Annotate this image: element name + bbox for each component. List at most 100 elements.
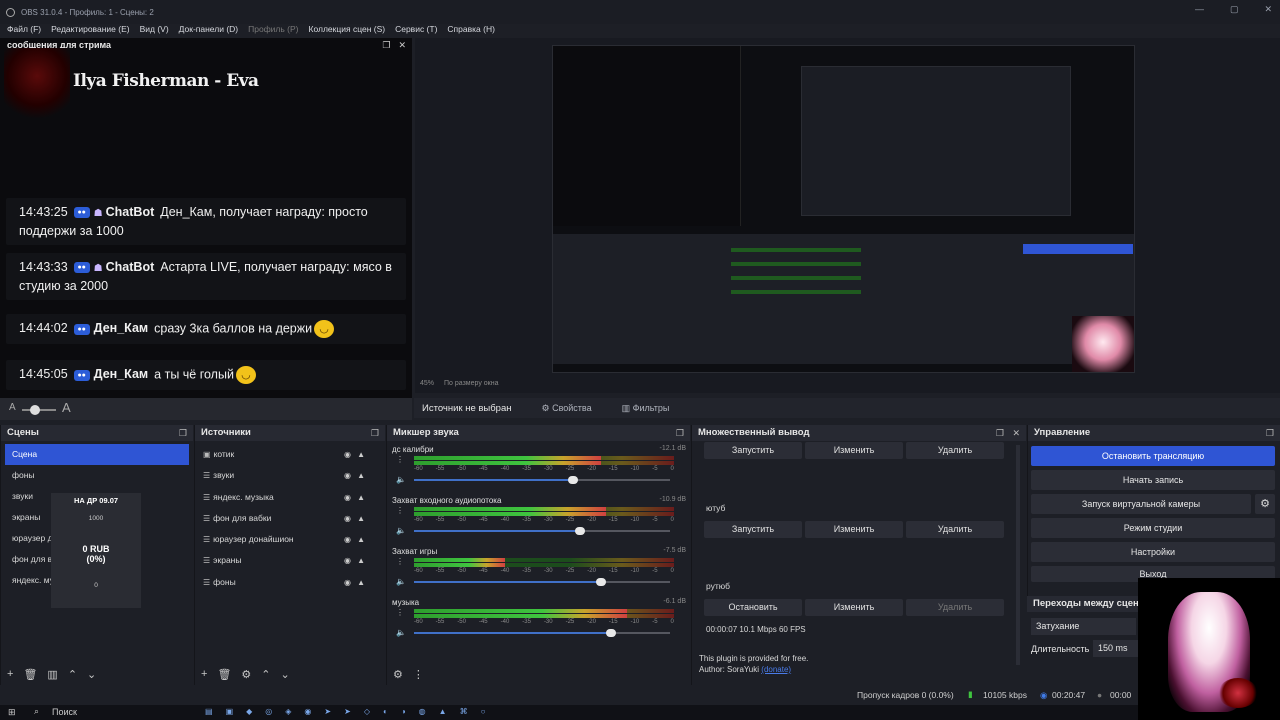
windows-start-icon[interactable]: ⊞ (8, 707, 16, 718)
speaker-icon[interactable]: 🔈 (396, 628, 406, 637)
filters-button[interactable]: ▥ Фильтры (622, 403, 670, 414)
menu-dots-icon[interactable]: ⋮ (396, 455, 404, 464)
lock-icon[interactable]: ▲ (357, 550, 365, 571)
speaker-icon[interactable]: 🔈 (396, 526, 406, 535)
stop-streaming-button[interactable]: Остановить трансляцию (1031, 446, 1275, 466)
float-icon[interactable]: ❐ (371, 425, 379, 441)
settings-button[interactable]: Настройки (1031, 542, 1275, 562)
app-icon[interactable]: ▣ (226, 707, 234, 716)
start-virtual-camera-button[interactable]: Запуск виртуальной камеры (1031, 494, 1251, 514)
gear-icon[interactable]: ⚙ (393, 668, 403, 681)
telegram-icon[interactable]: ➤ (344, 707, 351, 716)
volume-slider[interactable] (414, 629, 670, 637)
obs-icon[interactable]: ◍ (419, 707, 426, 716)
duration-input[interactable]: 150 ms (1093, 640, 1141, 657)
lock-icon[interactable]: ▲ (357, 508, 365, 529)
float-icon[interactable]: ❐ (676, 425, 684, 441)
source-item[interactable]: ▣ котик ◉ ▲ (195, 444, 385, 465)
close-icon[interactable]: ✕ (398, 40, 406, 51)
app-icon[interactable]: ◇ (364, 707, 370, 716)
target-2-edit-button[interactable]: Изменить (805, 521, 903, 538)
menu-dots-icon[interactable]: ⋮ (396, 557, 404, 566)
move-up-icon[interactable]: ⌃ (68, 668, 77, 681)
float-icon[interactable]: ❐ (179, 425, 187, 441)
font-size-slider-knob[interactable] (30, 405, 40, 415)
move-up-icon[interactable]: ⌃ (261, 668, 270, 681)
target-1-start-button[interactable]: Запустить (704, 442, 802, 459)
filter-icon[interactable]: ▥ (47, 668, 57, 681)
taskbar-app-icons[interactable]: ▤ ▣ ◆ ◎ ◈ ◉ ➤ ➤ ◇ ◐ ◑ ◍ ▲ ⌘ ○ (205, 707, 485, 716)
telegram-icon[interactable]: ➤ (324, 707, 331, 716)
lock-icon[interactable]: ▲ (357, 487, 365, 508)
volume-slider-knob[interactable] (595, 578, 606, 586)
scene-item[interactable]: фоны (5, 465, 189, 486)
menu-dots-icon[interactable]: ⋮ (396, 608, 404, 617)
start-recording-button[interactable]: Начать запись (1031, 470, 1275, 490)
float-icon[interactable]: ❐ (382, 40, 390, 51)
file-explorer-icon[interactable]: ▤ (205, 707, 213, 716)
menu-profile[interactable]: Профиль (P) (248, 24, 298, 34)
speaker-icon[interactable]: 🔈 (396, 475, 406, 484)
close-button[interactable]: ✕ (1264, 4, 1272, 15)
move-down-icon[interactable]: ⌄ (87, 668, 96, 681)
app-icon[interactable]: ◈ (285, 707, 291, 716)
trash-icon[interactable]: 🗑 (217, 668, 231, 681)
lock-icon[interactable]: ▲ (357, 529, 365, 550)
source-item[interactable]: ☰ экраны ◉ ▲ (195, 550, 385, 571)
menu-file[interactable]: Файл (F) (7, 24, 41, 34)
gear-icon[interactable]: ⚙ (241, 668, 251, 681)
volume-slider-knob[interactable] (606, 629, 617, 637)
speaker-icon[interactable]: 🔈 (396, 577, 406, 586)
eye-icon[interactable]: ◉ (344, 572, 351, 593)
move-down-icon[interactable]: ⌄ (281, 668, 290, 681)
preview-canvas[interactable] (552, 45, 1135, 373)
transition-select[interactable]: Затухание (1031, 618, 1136, 635)
add-icon[interactable]: + (7, 668, 13, 681)
volume-slider[interactable] (414, 527, 670, 535)
volume-slider[interactable] (414, 578, 670, 586)
menu-dots-icon[interactable]: ⋮ (396, 506, 404, 515)
whatsapp-icon[interactable]: ◉ (304, 707, 311, 716)
zoom-fit-label[interactable]: По размеру окна (444, 380, 498, 387)
source-item[interactable]: ☰ фоны ◉ ▲ (195, 572, 385, 593)
source-item[interactable]: ☰ фон для вабки ◉ ▲ (195, 508, 385, 529)
lock-icon[interactable]: ▲ (357, 572, 365, 593)
menu-dots-icon[interactable]: ⋮ (413, 668, 424, 681)
source-item[interactable]: ☰ юраузер донайшион ◉ ▲ (195, 529, 385, 550)
volume-slider[interactable] (414, 476, 670, 484)
source-item[interactable]: ☰ звуки ◉ ▲ (195, 465, 385, 486)
eye-icon[interactable]: ◉ (344, 508, 351, 529)
scene-item[interactable]: Сцена (5, 444, 189, 465)
menu-view[interactable]: Вид (V) (140, 24, 169, 34)
target-1-delete-button[interactable]: Удалить (906, 442, 1004, 459)
volume-slider-knob[interactable] (575, 527, 586, 535)
target-2-start-button[interactable]: Запустить (704, 521, 802, 538)
browser-icon[interactable]: ◐ (383, 707, 388, 716)
app-icon[interactable]: ⌘ (460, 707, 468, 716)
eye-icon[interactable]: ◉ (344, 487, 351, 508)
app-icon[interactable]: ◆ (246, 707, 252, 716)
target-3-stop-button[interactable]: Остановить (704, 599, 802, 616)
volume-slider-knob[interactable] (567, 476, 578, 484)
target-3-edit-button[interactable]: Изменить (805, 599, 903, 616)
font-size-slider[interactable] (22, 405, 56, 415)
float-icon[interactable]: ❐ (1266, 425, 1274, 441)
lock-icon[interactable]: ▲ (357, 444, 365, 465)
taskbar-search[interactable]: Поиск (52, 707, 77, 717)
target-3-delete-button[interactable]: Удалить (906, 599, 1004, 616)
app-icon[interactable]: ▲ (439, 707, 447, 716)
maximize-button[interactable]: ▢ (1230, 4, 1239, 15)
eye-icon[interactable]: ◉ (344, 465, 351, 486)
app-icon[interactable]: ◎ (265, 707, 272, 716)
studio-mode-button[interactable]: Режим студии (1031, 518, 1275, 538)
target-1-edit-button[interactable]: Изменить (805, 442, 903, 459)
lock-icon[interactable]: ▲ (357, 465, 365, 486)
source-item[interactable]: ☰ яндекс. музыка ◉ ▲ (195, 487, 385, 508)
app-icon[interactable]: ○ (481, 707, 486, 716)
menu-tools[interactable]: Сервис (T) (395, 24, 437, 34)
close-icon[interactable]: ✕ (1012, 425, 1020, 441)
menu-help[interactable]: Справка (H) (447, 24, 495, 34)
trash-icon[interactable]: 🗑 (23, 668, 37, 681)
app-icon[interactable]: ◑ (401, 707, 406, 716)
float-icon[interactable]: ❐ (996, 425, 1004, 441)
